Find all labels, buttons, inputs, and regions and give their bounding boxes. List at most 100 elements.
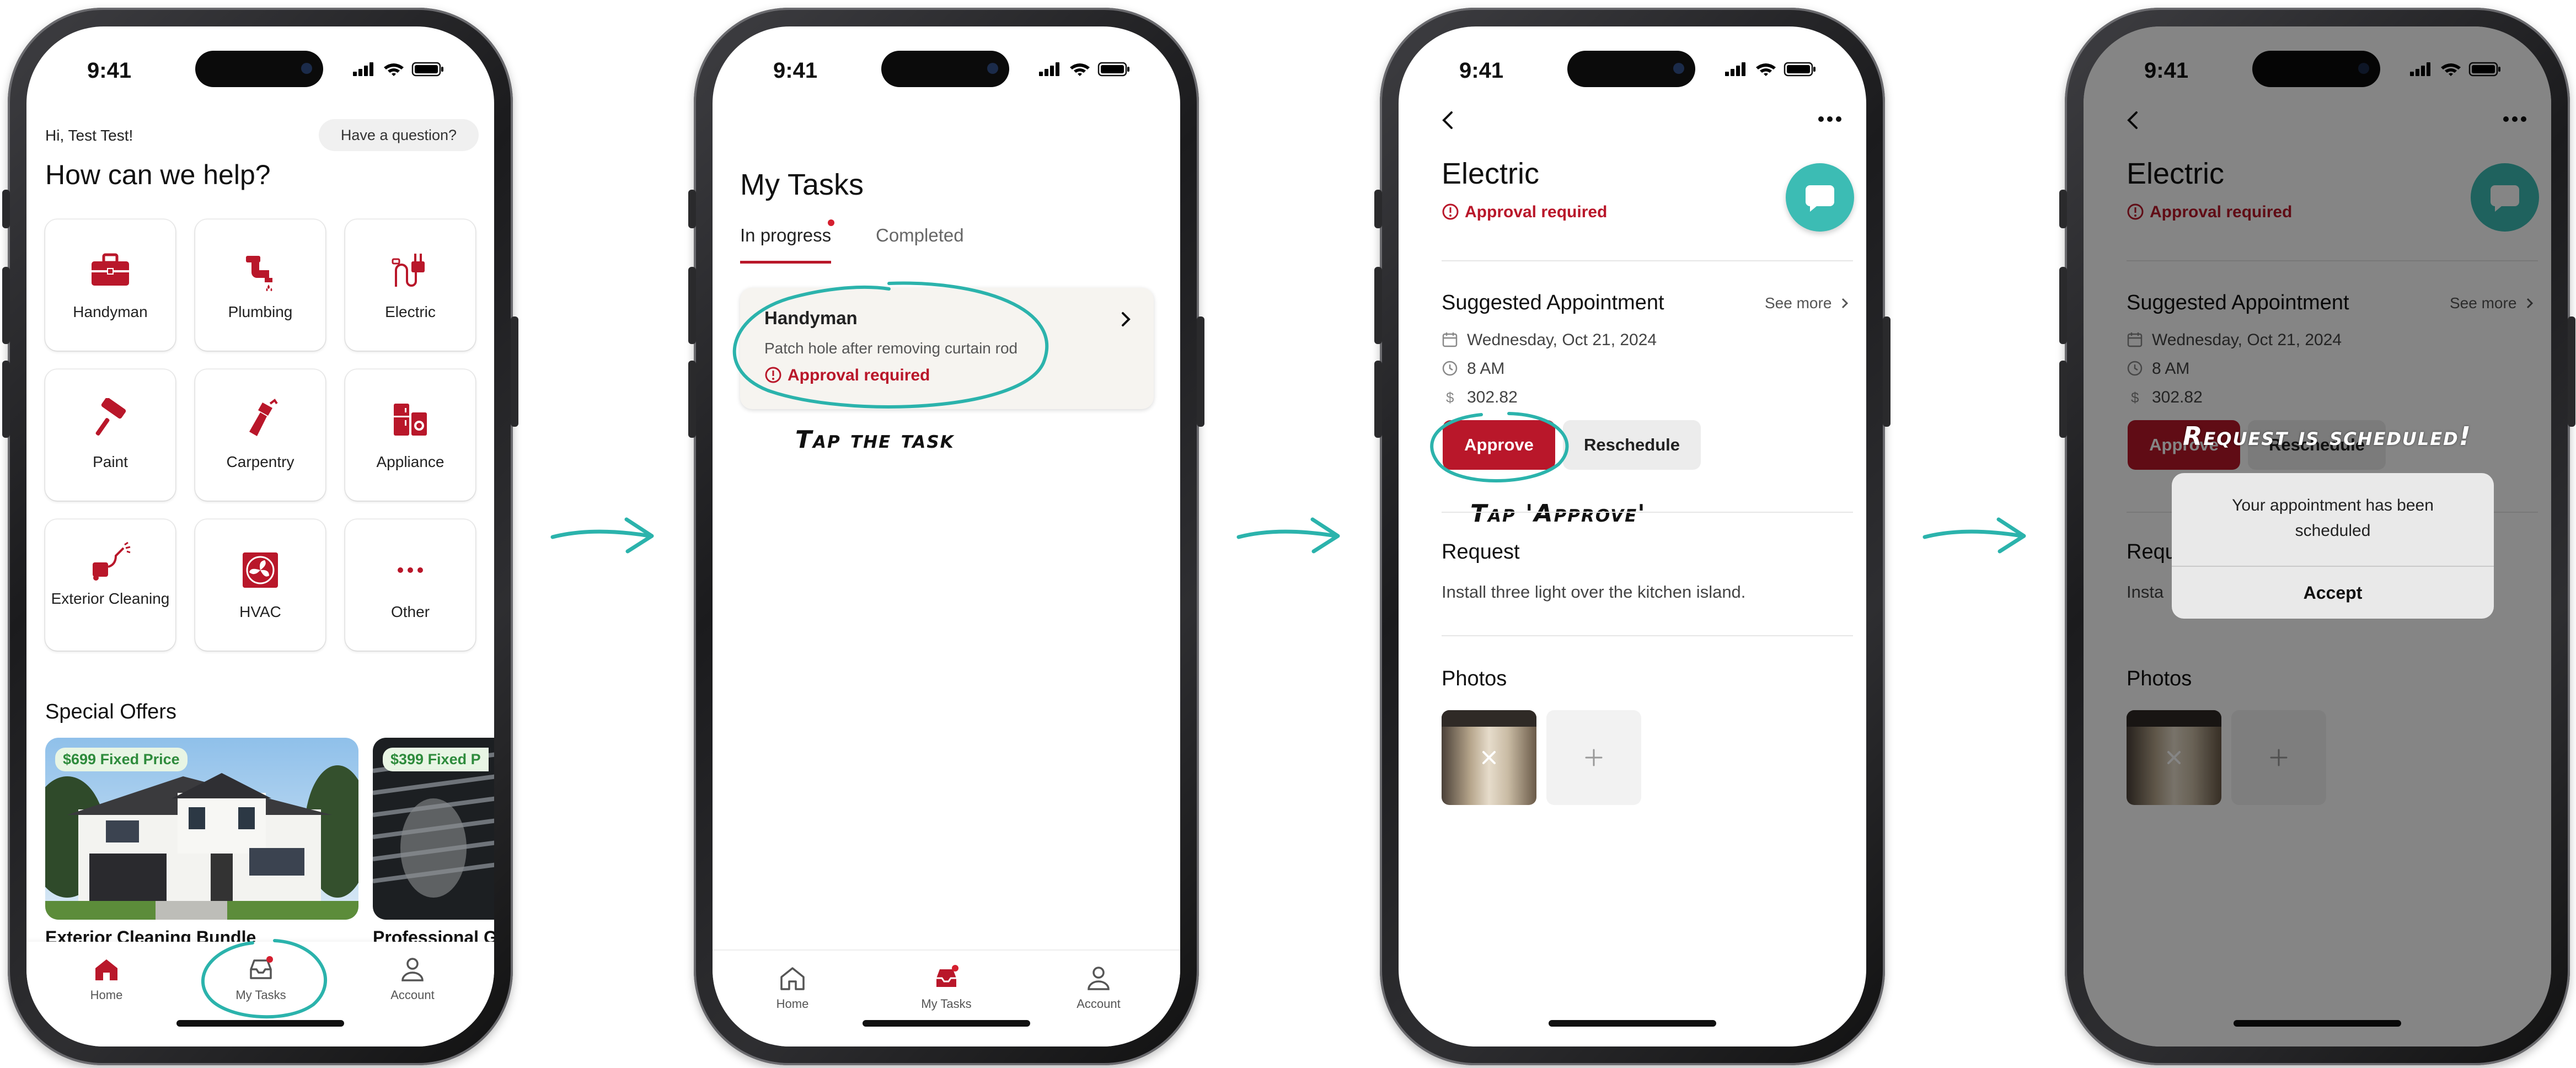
category-hvac[interactable]: HVAC	[195, 519, 325, 651]
category-exterior-cleaning[interactable]: Exterior Cleaning	[45, 519, 175, 651]
phone-frame-home: 9:41 Hi, Test Test! Have a question? How…	[2, 8, 518, 1065]
photos-title: Photos	[1442, 667, 1507, 690]
appointment-date: Wednesday, Oct 21, 2024	[1442, 331, 1657, 350]
nav-label: My Tasks	[921, 997, 972, 1011]
more-dots-icon	[398, 567, 423, 573]
time-label: 8 AM	[1467, 359, 1505, 378]
status-time: 9:41	[1459, 58, 1504, 83]
person-icon	[401, 958, 424, 981]
page-title: Electric	[1442, 157, 1540, 190]
plug-icon	[392, 254, 425, 287]
calendar-icon	[1442, 332, 1458, 347]
category-carpentry[interactable]: Carpentry	[195, 369, 325, 501]
see-more-label: See more	[1765, 294, 1832, 312]
category-label: Handyman	[73, 303, 148, 320]
accept-button[interactable]: Accept	[2172, 567, 2494, 619]
nav-label: Home	[776, 997, 809, 1011]
divider	[1442, 512, 1853, 513]
status-icons	[1039, 62, 1129, 77]
date-label: Wednesday, Oct 21, 2024	[1467, 331, 1657, 349]
status-time: 9:41	[87, 58, 132, 83]
home-icon	[95, 959, 117, 980]
flow-arrow-icon	[550, 517, 654, 554]
category-label: Plumbing	[228, 303, 293, 320]
status-icons	[353, 62, 443, 77]
page-title: My Tasks	[740, 168, 864, 201]
faucet-icon	[246, 256, 272, 291]
approval-status: Approval required	[1442, 203, 1607, 222]
have-a-question-button[interactable]: Have a question?	[319, 119, 479, 151]
tab-completed[interactable]: Completed	[876, 225, 964, 246]
dynamic-island	[195, 51, 323, 87]
tasks-screen: 9:41 My Tasks In progress Completed Hand…	[713, 26, 1180, 1046]
appointment-time: 8 AM	[1442, 359, 1504, 378]
page-title: How can we help?	[45, 159, 271, 190]
request-text: Install three light over the kitchen isl…	[1442, 582, 1746, 602]
nav-account[interactable]: Account	[379, 955, 446, 1002]
more-options-icon[interactable]	[1818, 115, 1842, 124]
add-photo-button[interactable]	[1546, 710, 1641, 805]
svg-text:$: $	[1446, 389, 1454, 405]
status-bar: 9:41	[26, 26, 494, 109]
chevron-right-icon	[1122, 312, 1131, 326]
clock-icon	[1442, 361, 1458, 376]
offer-card-exterior-cleaning[interactable]: $699 Fixed Price	[45, 738, 358, 920]
nav-my-tasks[interactable]: My Tasks	[909, 964, 984, 1011]
category-label: Paint	[93, 453, 128, 470]
reschedule-button[interactable]: Reschedule	[1563, 420, 1701, 470]
offer-card-professional[interactable]: $399 Fixed P	[373, 738, 494, 920]
chat-bubble-icon	[1806, 185, 1834, 212]
status-icons	[1725, 62, 1815, 77]
phone-frame-detail: 9:41 Electric Approval required Suggeste…	[1374, 8, 1891, 1065]
scheduled-dialog: Your appointment has been scheduled Acce…	[2172, 473, 2494, 619]
inbox-icon	[936, 965, 958, 987]
plus-icon	[1585, 749, 1603, 766]
annotation-scheduled: Request is scheduled!	[2183, 421, 2472, 451]
fan-icon	[243, 552, 278, 588]
home-icon	[780, 967, 805, 990]
nav-home[interactable]: Home	[762, 964, 823, 1011]
category-electric[interactable]: Electric	[345, 219, 475, 351]
chat-button[interactable]	[1786, 163, 1854, 232]
special-offers-title: Special Offers	[45, 700, 176, 723]
photo-thumbnail[interactable]	[1442, 710, 1536, 805]
appliance-icon	[394, 404, 427, 436]
section-title: Suggested Appointment	[1442, 291, 1664, 314]
divider	[1442, 635, 1853, 636]
dialog-message: Your appointment has been scheduled	[2232, 496, 2434, 540]
status-bar: 9:41	[1399, 26, 1866, 109]
nav-label: Account	[390, 988, 435, 1002]
category-appliance[interactable]: Appliance	[345, 369, 475, 501]
annotation-tap-approve: Tap 'Approve'	[1470, 500, 1646, 528]
see-more-link[interactable]: See more	[1765, 294, 1850, 312]
flow-arrow-icon	[1236, 517, 1340, 554]
tab-in-progress[interactable]: In progress	[740, 219, 835, 264]
bottom-nav: Home My Tasks Account	[713, 949, 1180, 1046]
close-icon[interactable]	[1478, 747, 1500, 769]
nav-home[interactable]: Home	[76, 955, 137, 1002]
category-other[interactable]: Other	[345, 519, 475, 651]
category-handyman[interactable]: Handyman	[45, 219, 175, 351]
back-chevron-icon[interactable]	[1439, 109, 1456, 131]
category-label: Electric	[385, 303, 436, 320]
toolbox-icon	[92, 253, 129, 286]
annotation-tap-task: Tap the task	[795, 426, 955, 454]
nav-account[interactable]: Account	[1065, 964, 1132, 1011]
dynamic-island	[1567, 51, 1695, 87]
task-detail-screen: 9:41 Electric Approval required Suggeste…	[1399, 26, 1866, 1046]
person-icon	[1088, 967, 1110, 990]
home-indicator	[863, 1020, 1030, 1027]
nav-label: Account	[1077, 997, 1121, 1011]
home-screen: 9:41 Hi, Test Test! Have a question? How…	[26, 26, 494, 1046]
category-label: Exterior Cleaning	[51, 590, 170, 607]
tab-label: In progress	[740, 225, 832, 245]
category-paint[interactable]: Paint	[45, 369, 175, 501]
dynamic-island	[881, 51, 1009, 87]
phone-frame-scheduled: 9:41 Electric Approval required Suggeste…	[2059, 8, 2575, 1065]
annotation-circle	[732, 281, 1049, 409]
scheduled-screen: 9:41 Electric Approval required Suggeste…	[2084, 26, 2551, 1046]
category-plumbing[interactable]: Plumbing	[195, 219, 325, 351]
chevron-right-icon	[1842, 298, 1849, 309]
nav-label: Home	[90, 988, 123, 1002]
home-indicator	[176, 1020, 344, 1027]
